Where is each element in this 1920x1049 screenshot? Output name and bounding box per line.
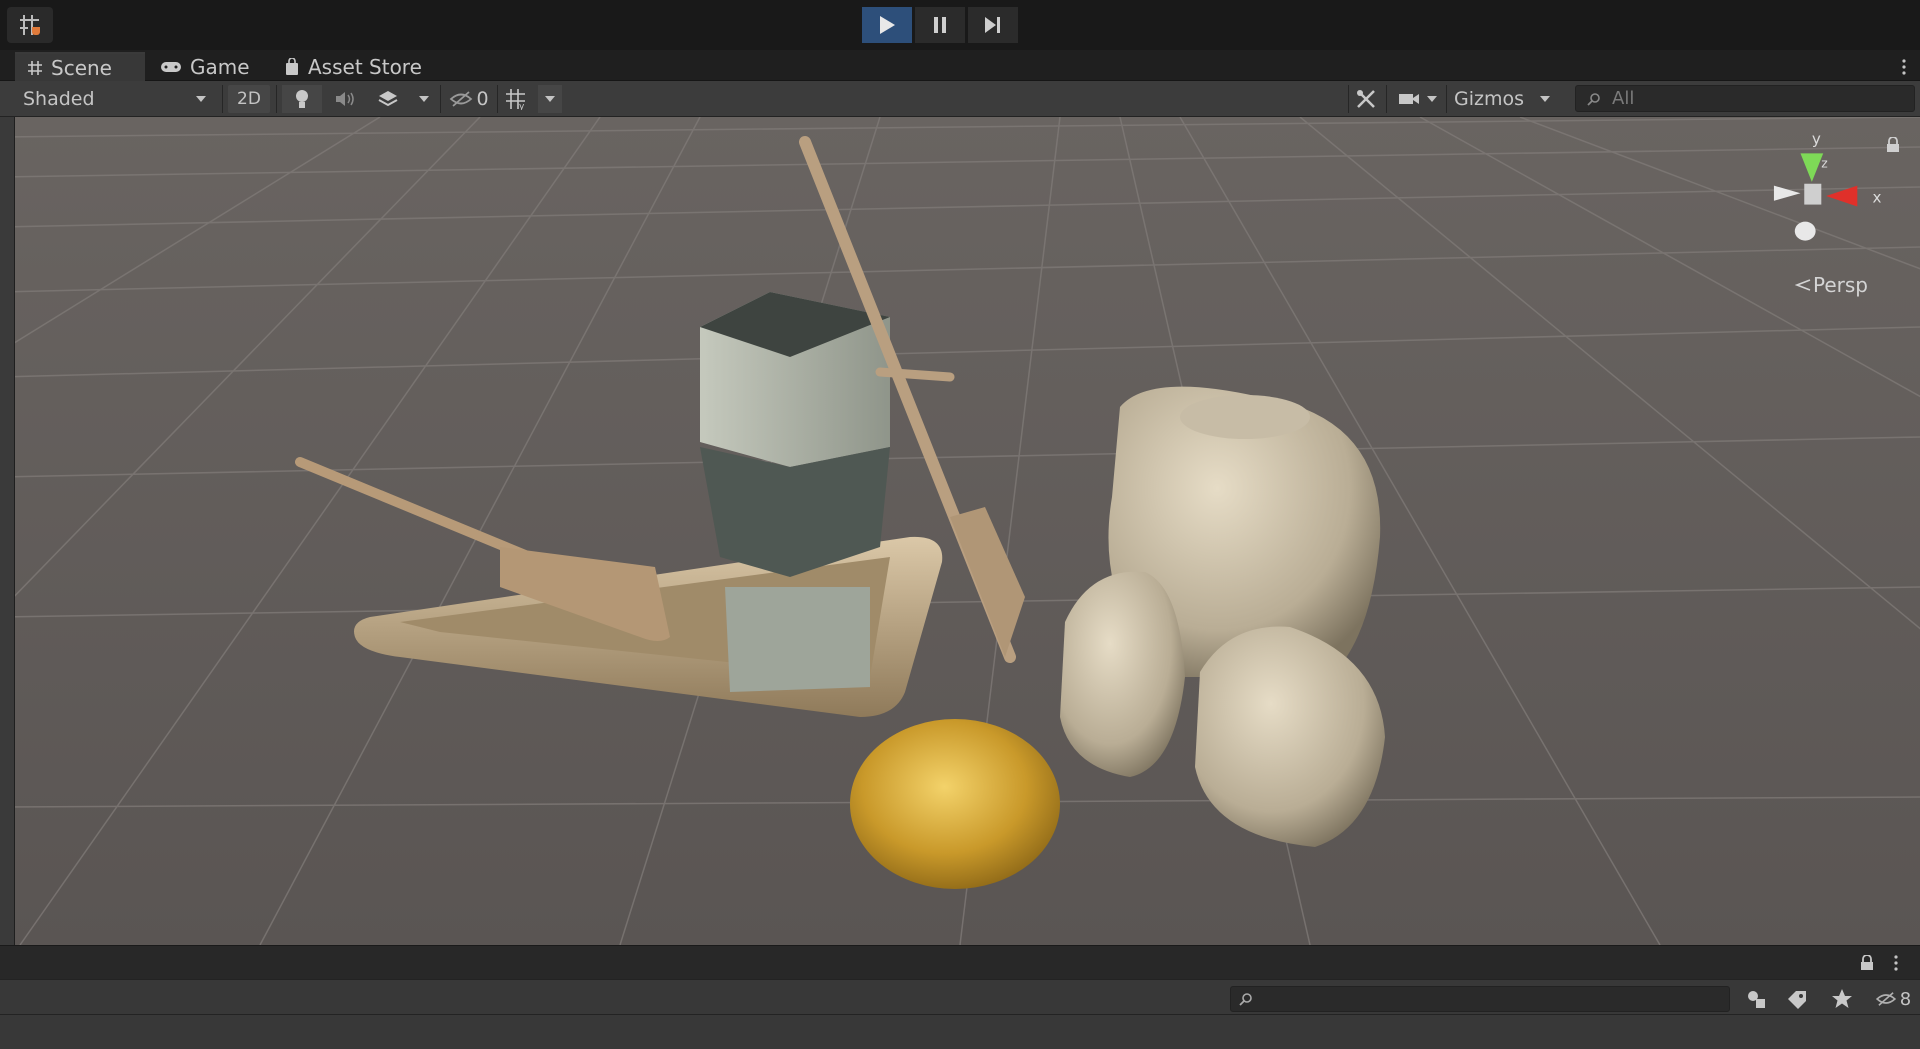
search-by-label-button[interactable] bbox=[1780, 986, 1814, 1012]
eye-slash-icon bbox=[450, 91, 473, 107]
favorites-button[interactable] bbox=[1825, 986, 1859, 1012]
search-icon bbox=[1587, 92, 1600, 106]
scene-viewport[interactable]: y z x Persp bbox=[0, 117, 1920, 945]
audio-toggle[interactable] bbox=[325, 85, 365, 113]
eye-slash-icon bbox=[1875, 992, 1896, 1006]
play-icon bbox=[880, 16, 895, 34]
tab-menu-button[interactable] bbox=[1902, 58, 1906, 76]
collab-icon bbox=[20, 15, 40, 35]
gizmo-center-cube[interactable] bbox=[1804, 183, 1822, 205]
panel-lock-button[interactable] bbox=[1855, 950, 1879, 976]
scene-render bbox=[0, 117, 1920, 945]
gizmo-y-label: y bbox=[1812, 130, 1821, 148]
shapes-icon bbox=[1748, 991, 1765, 1008]
chevron-down-icon bbox=[196, 96, 206, 102]
tab-label: Asset Store bbox=[308, 54, 422, 79]
kebab-icon bbox=[1902, 59, 1906, 75]
gizmo-lock-button[interactable] bbox=[1886, 136, 1900, 157]
grid-toggle[interactable]: y bbox=[500, 85, 534, 113]
projection-label: Persp bbox=[1813, 273, 1868, 297]
draw-mode-label: Shaded bbox=[23, 88, 95, 110]
projection-toggle[interactable]: Persp bbox=[1795, 273, 1868, 297]
chevron-down-icon bbox=[1540, 96, 1550, 102]
top-toolbar bbox=[0, 0, 1920, 50]
project-search-field[interactable] bbox=[1230, 986, 1730, 1012]
hidden-objects-toggle[interactable]: 0 bbox=[444, 85, 494, 113]
search-placeholder: All bbox=[1612, 88, 1635, 109]
lighting-toggle[interactable] bbox=[282, 85, 322, 113]
star-icon bbox=[1832, 989, 1852, 1008]
tools-icon bbox=[1357, 90, 1375, 108]
perspective-icon bbox=[1795, 279, 1811, 291]
collab-button[interactable] bbox=[7, 7, 53, 43]
panel-header bbox=[0, 945, 1920, 979]
scene-search-field[interactable]: All bbox=[1575, 85, 1915, 112]
project-toolbar: 8 bbox=[0, 979, 1920, 1015]
tab-bar: Scene Game Asset Store bbox=[0, 50, 1920, 81]
grid-snap-icon: y bbox=[506, 89, 525, 110]
hidden-packages-count: 8 bbox=[1899, 988, 1912, 1010]
gizmo-x-label: x bbox=[1872, 189, 1881, 207]
step-button[interactable] bbox=[968, 7, 1018, 43]
camera-icon bbox=[1399, 94, 1419, 104]
pause-button[interactable] bbox=[915, 7, 965, 43]
pause-icon bbox=[934, 17, 946, 33]
tab-label: Game bbox=[190, 54, 250, 79]
layers-icon bbox=[378, 91, 398, 107]
effects-dropdown[interactable] bbox=[412, 85, 436, 113]
speaker-icon bbox=[336, 92, 354, 106]
chevron-down-icon bbox=[545, 96, 555, 102]
chevron-down-icon bbox=[1427, 96, 1437, 102]
panel-menu-button[interactable] bbox=[1886, 950, 1906, 976]
scene-toolbar: Shaded 2D 0 y Gizmos All bbox=[0, 81, 1920, 117]
2d-toggle[interactable]: 2D bbox=[228, 85, 270, 113]
gizmo-y-axis[interactable] bbox=[1800, 153, 1824, 182]
effects-toggle[interactable] bbox=[368, 85, 408, 113]
gizmo-neg-x-axis[interactable] bbox=[1773, 185, 1801, 201]
gizmo-z-label: z bbox=[1821, 157, 1827, 171]
tab-scene[interactable]: Scene bbox=[15, 52, 145, 81]
search-icon bbox=[1239, 993, 1252, 1006]
grid-dropdown[interactable] bbox=[538, 85, 562, 113]
scene-grid-icon bbox=[28, 60, 42, 75]
camera-settings-button[interactable] bbox=[1392, 85, 1444, 113]
lightbulb-icon bbox=[296, 90, 308, 108]
step-icon bbox=[985, 17, 1000, 33]
lock-icon bbox=[1887, 136, 1899, 152]
chevron-down-icon bbox=[419, 96, 429, 102]
gizmo-x-axis[interactable] bbox=[1826, 185, 1858, 207]
tab-game[interactable]: Game bbox=[148, 52, 262, 81]
tag-icon bbox=[1788, 991, 1806, 1009]
gizmos-toggle[interactable]: Gizmos bbox=[1450, 85, 1528, 113]
svg-text:y: y bbox=[519, 102, 525, 110]
2d-label: 2D bbox=[237, 89, 261, 109]
play-button[interactable] bbox=[862, 7, 912, 43]
gizmo-neg-y-axis[interactable] bbox=[1794, 221, 1816, 241]
tab-asset-store[interactable]: Asset Store bbox=[272, 52, 434, 81]
gizmos-dropdown[interactable] bbox=[1532, 85, 1558, 113]
hidden-count: 0 bbox=[476, 88, 489, 110]
left-dock-edge bbox=[0, 117, 15, 945]
gamepad-icon bbox=[161, 61, 181, 72]
search-by-type-button[interactable] bbox=[1740, 986, 1774, 1012]
draw-mode-dropdown[interactable]: Shaded bbox=[15, 85, 215, 113]
gizmos-label: Gizmos bbox=[1453, 88, 1524, 110]
tab-label: Scene bbox=[51, 55, 112, 80]
hidden-packages-toggle[interactable]: 8 bbox=[1868, 986, 1918, 1012]
lock-icon bbox=[1861, 955, 1873, 970]
project-content-area bbox=[0, 1015, 1920, 1049]
tools-button[interactable] bbox=[1352, 85, 1380, 113]
kebab-icon bbox=[1894, 955, 1898, 971]
bag-icon bbox=[286, 57, 298, 75]
